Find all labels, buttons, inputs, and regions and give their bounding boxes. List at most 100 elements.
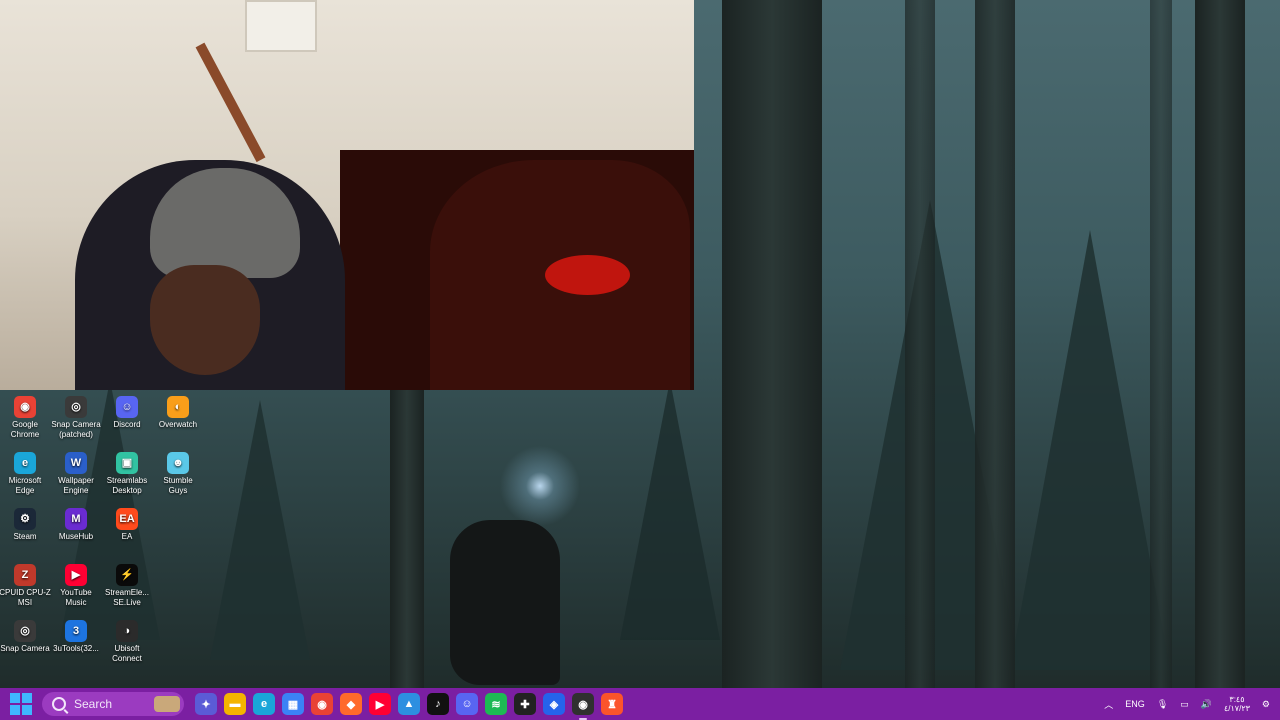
desktop-icon-label: (patched) (59, 430, 93, 439)
desktop-icon-label: SE.Live (113, 598, 141, 607)
taskbar-apps: ✦ ▬ e ▦ ◉ ◆ ▶ ▲ ♪ ☺ ≋ ✚ ◈ ◉ ♜ (188, 693, 623, 720)
webcam-overlay (0, 0, 694, 390)
file-explorer-icon[interactable]: ▬ (224, 693, 246, 715)
edge-icon: e (14, 452, 36, 474)
desktop-icon[interactable]: M MuseHub (50, 508, 102, 542)
taskbar-search[interactable]: Search (42, 692, 184, 716)
desktop-icon-label: Overwatch (158, 420, 198, 429)
photos-icon[interactable]: ▲ (398, 693, 420, 715)
desktop-icon-label: StreamEle... (104, 588, 149, 597)
clock[interactable]: ٣:٤٥ ٤/١٧/٢٣ (1224, 695, 1250, 713)
cpu-z-icon: Z (14, 564, 36, 586)
air-conditioner (245, 0, 317, 52)
tree-trunk (905, 0, 935, 688)
tree-trunk (1150, 0, 1172, 688)
desktop-icon-label: 3uTools(32... (53, 644, 99, 653)
desktop-icon-label: Steam (13, 532, 37, 541)
ubisoft-connect-icon: ◑ (116, 620, 138, 642)
app-blue-icon[interactable]: ◈ (543, 693, 565, 715)
discord-icon: ☺ (116, 396, 138, 418)
pine-tree (620, 380, 720, 640)
game-controller-icon[interactable]: ✚ (514, 693, 536, 715)
desktop-icon[interactable]: e Microsoft Edge (0, 452, 51, 496)
copilot-icon[interactable]: ✦ (195, 693, 217, 715)
desktop-icon-label: Streamlabs (106, 476, 148, 485)
tree-trunk (975, 0, 1015, 688)
desktop-icon-label: Edge (15, 486, 35, 495)
brave-icon[interactable]: ♜ (601, 693, 623, 715)
youtube-music-icon[interactable]: ▶ (369, 693, 391, 715)
desktop-icon-label: Stumble (163, 476, 193, 485)
search-icon (52, 697, 66, 711)
tree-trunk (722, 0, 822, 688)
desktop-icon[interactable]: 3 3uTools(32... (50, 620, 102, 654)
desktop-icon[interactable]: ⚙ Steam (0, 508, 51, 542)
system-tray: ︿ ENG 🎙 ▭ 🔊 ٣:٤٥ ٤/١٧/٢٣ ⚙ (1092, 688, 1280, 720)
volume-icon[interactable]: 🔊 (1201, 699, 1212, 710)
desktop-icon[interactable]: ☻ Stumble Guys (152, 452, 204, 496)
desktop-icon[interactable]: ◎ Snap Camera (0, 620, 51, 654)
desktop-icon-label: Connect (112, 654, 142, 663)
desktop-icon-label: Microsoft (8, 476, 42, 485)
desktop-icon-label: Chrome (10, 430, 40, 439)
desktop-icon-label: Google (12, 420, 38, 429)
desktop-icon-label: Desktop (112, 486, 142, 495)
snap-camera-2-icon: ◎ (14, 620, 36, 642)
desktop-icon[interactable]: ◑ Ubisoft Connect (101, 620, 153, 664)
desktop-icon-label: CPUID CPU-Z (0, 588, 51, 597)
desktop-icon-label: Discord (113, 420, 141, 429)
cloaked-figure (450, 520, 560, 685)
musehub-icon: M (65, 508, 87, 530)
taskbar: Search ✦ ▬ e ▦ ◉ ◆ ▶ ▲ ♪ ☺ ≋ ✚ ◈ ◉ ♜ ︿ ENG 🎙 ▭ 🔊 ٣:٤٥ … (0, 688, 1280, 720)
overwatch-icon: ◐ (167, 396, 189, 418)
desktop-icon[interactable]: ▣ Streamlabs Desktop (101, 452, 153, 496)
chrome-icon: ◉ (14, 396, 36, 418)
obs-icon[interactable]: ◉ (572, 693, 594, 720)
clock-time: ٣:٤٥ (1229, 695, 1245, 704)
snap-camera-icon: ◎ (65, 396, 87, 418)
chrome-icon[interactable]: ◉ (311, 693, 333, 715)
app-orange-icon[interactable]: ◆ (340, 693, 362, 715)
desktop-icon-label: Ubisoft (114, 644, 140, 653)
network-icon[interactable]: ▭ (1180, 699, 1189, 710)
tiktok-icon[interactable]: ♪ (427, 693, 449, 715)
search-label: Search (74, 697, 113, 711)
steam-icon: ⚙ (14, 508, 36, 530)
youtube-music-icon: ▶ (65, 564, 87, 586)
red-pillow (545, 255, 630, 295)
desktop-icon-label: MSI (17, 598, 33, 607)
desktop-icon-label: EA (121, 532, 133, 541)
store-icon[interactable]: ▦ (282, 693, 304, 715)
language-indicator[interactable]: ENG (1125, 699, 1145, 709)
notifications-icon[interactable]: ⚙ (1262, 699, 1270, 710)
wallpaper-engine-icon: W (65, 452, 87, 474)
discord-icon[interactable]: ☺ (456, 693, 478, 715)
desktop-icon-label: Snap Camera (51, 420, 101, 429)
desktop-icon[interactable]: ☺ Discord (101, 396, 153, 430)
start-button[interactable] (10, 693, 32, 715)
search-highlight-icon (154, 696, 180, 712)
desktop-icon-label: Guys (168, 486, 188, 495)
tree-trunk (1195, 0, 1245, 688)
desktop-icon[interactable]: ◉ Google Chrome (0, 396, 51, 440)
desktop-icon[interactable]: ◎ Snap Camera (patched) (50, 396, 102, 440)
desktop-icon[interactable]: Z CPUID CPU-Z MSI (0, 564, 51, 608)
desktop-icon-label: MuseHub (58, 532, 94, 541)
3utools-icon: 3 (65, 620, 87, 642)
desktop-icon-label: Snap Camera (0, 644, 50, 653)
desktop-icon[interactable]: ▶ YouTube Music (50, 564, 102, 608)
edge-icon[interactable]: e (253, 693, 275, 715)
pine-tree (1010, 230, 1170, 670)
spotify-icon[interactable]: ≋ (485, 693, 507, 715)
microphone-icon[interactable]: 🎙 (1157, 699, 1168, 710)
desktop-icon-label: Engine (63, 486, 89, 495)
desktop-icon-label: Music (65, 598, 87, 607)
chevron-up-icon[interactable]: ︿ (1104, 698, 1113, 711)
desktop-icon-label: Wallpaper (58, 476, 94, 485)
windows-logo-icon (10, 693, 20, 703)
desktop-icon[interactable]: ⚡ StreamEle... SE.Live (101, 564, 153, 608)
desktop-icon[interactable]: EA EA (101, 508, 153, 542)
desktop-icon[interactable]: ◐ Overwatch (152, 396, 204, 430)
streamer-face (150, 265, 260, 375)
desktop-icon[interactable]: W Wallpaper Engine (50, 452, 102, 496)
